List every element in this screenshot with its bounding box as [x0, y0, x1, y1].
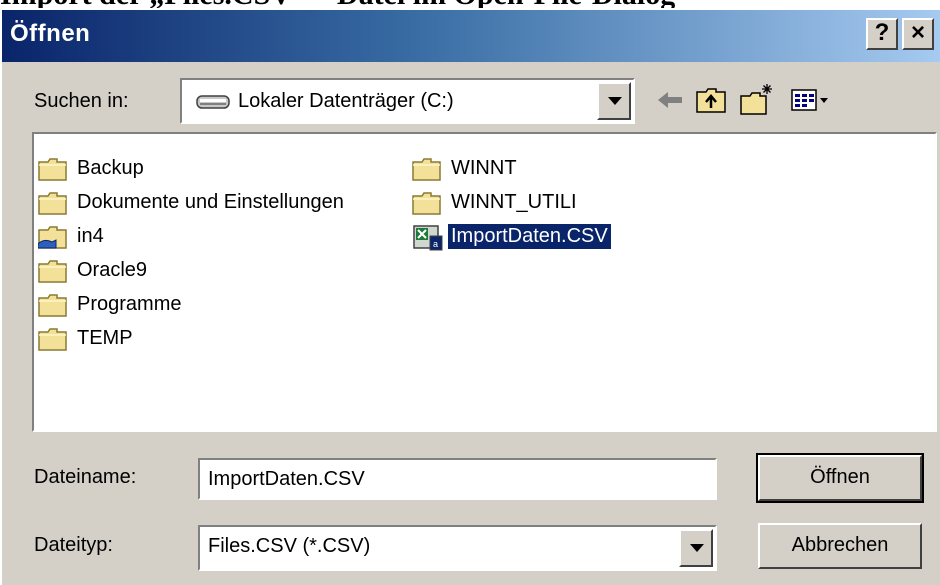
- filename-label: Dateiname:: [34, 466, 137, 488]
- cancel-button[interactable]: Abbrechen: [758, 523, 922, 569]
- filetype-label: Dateityp:: [34, 534, 113, 556]
- filetype-dropdown-button[interactable]: [679, 529, 713, 567]
- file-list[interactable]: Backup Dokumente und Einstellungen in4 O…: [32, 132, 937, 432]
- folder-icon: [412, 192, 441, 215]
- folder-icon: [38, 260, 67, 283]
- folder-icon: [38, 158, 67, 181]
- open-button[interactable]: Öffnen: [756, 453, 924, 503]
- view-menu-icon[interactable]: [790, 82, 830, 118]
- list-item-label: ImportDaten.CSV: [448, 224, 611, 249]
- shared-folder-icon: [38, 226, 67, 249]
- look-in-combo[interactable]: Lokaler Datenträger (C:): [180, 78, 635, 124]
- close-button[interactable]: ×: [902, 18, 934, 50]
- window-title: Öffnen: [10, 20, 91, 47]
- list-item-label: WINNT_UTILI: [451, 191, 577, 213]
- look-in-value: Lokaler Datenträger (C:): [238, 90, 454, 112]
- title-bar[interactable]: Öffnen ? ×: [2, 10, 940, 62]
- folder-icon: [412, 158, 441, 181]
- filetype-select[interactable]: Files.CSV (*.CSV): [198, 525, 717, 571]
- filename-input-value: ImportDaten.CSV: [208, 468, 365, 490]
- list-item-label: Programme: [77, 293, 182, 315]
- list-item-label: Backup: [77, 157, 144, 179]
- back-arrow-icon[interactable]: [656, 82, 686, 118]
- new-folder-icon[interactable]: [738, 82, 774, 118]
- close-icon: ×: [910, 19, 925, 46]
- drive-icon: [196, 95, 230, 109]
- list-item-label: Oracle9: [77, 259, 148, 281]
- chevron-down-icon: [690, 544, 704, 552]
- filename-input[interactable]: ImportDaten.CSV: [198, 458, 717, 500]
- list-item-label: in4: [77, 225, 104, 247]
- page-heading: Import der „Files.CSV“ – Datei im Open-F…: [0, 0, 940, 8]
- list-item-label: Dokumente und Einstellungen: [77, 191, 344, 213]
- look-in-dropdown-button[interactable]: [597, 82, 631, 120]
- list-item-label: TEMP: [77, 327, 133, 349]
- chevron-down-icon: [608, 97, 622, 105]
- open-file-dialog: Öffnen ? × Suchen in: Lokaler Datenträge…: [0, 8, 940, 585]
- up-folder-icon[interactable]: [694, 82, 728, 118]
- help-button[interactable]: ?: [866, 18, 898, 50]
- folder-icon: [38, 328, 67, 351]
- look-in-label: Suchen in:: [34, 90, 129, 112]
- list-item-label: WINNT: [451, 157, 517, 179]
- svg-text:a: a: [433, 239, 438, 249]
- folder-icon: [38, 192, 67, 215]
- csv-file-icon: a: [413, 225, 443, 251]
- folder-icon: [38, 294, 67, 317]
- help-icon: ?: [874, 19, 890, 46]
- filetype-select-value: Files.CSV (*.CSV): [208, 535, 371, 557]
